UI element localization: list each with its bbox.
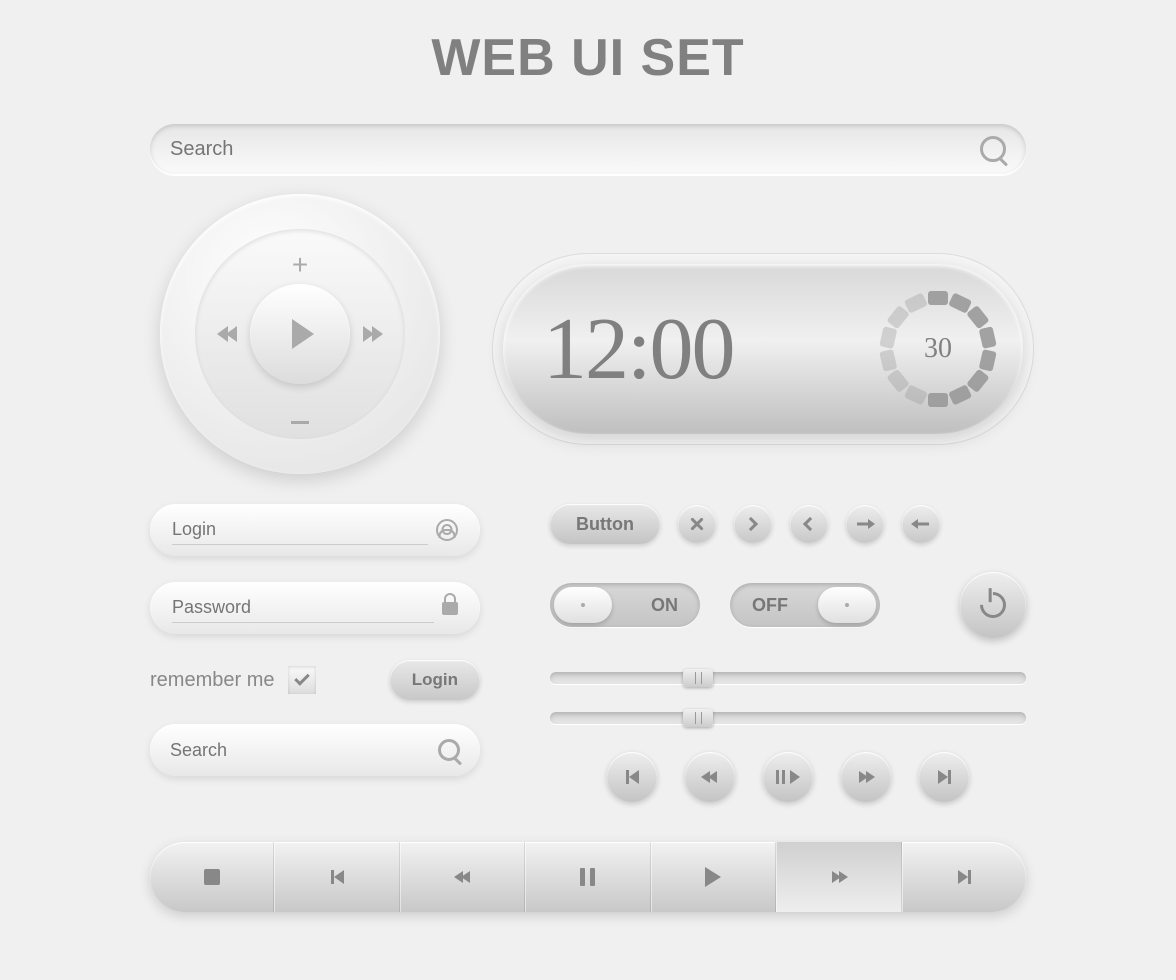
player-rewind[interactable] <box>400 842 525 912</box>
minus-icon[interactable] <box>291 421 309 424</box>
toggle-knob <box>818 587 876 623</box>
arrow-left-button[interactable] <box>902 505 940 543</box>
seconds-value: 30 <box>924 333 952 365</box>
toggle-on[interactable]: ON <box>550 583 700 627</box>
password-input[interactable] <box>172 593 434 623</box>
search-icon <box>980 136 1006 162</box>
rewind-icon <box>703 771 717 783</box>
slider-1[interactable] <box>550 672 1026 684</box>
player-pause[interactable] <box>525 842 650 912</box>
play-icon <box>292 319 314 349</box>
click-wheel[interactable]: + <box>160 194 440 474</box>
close-button[interactable] <box>678 505 716 543</box>
login-field-wrap <box>150 504 480 556</box>
button-row: Button <box>550 504 1026 544</box>
search-input-large[interactable] <box>170 138 980 161</box>
check-icon <box>295 670 311 686</box>
slider-thumb[interactable] <box>683 709 713 727</box>
toggle-off[interactable]: OFF <box>730 583 880 627</box>
skip-back-button[interactable] <box>607 752 657 802</box>
rewind-button[interactable] <box>685 752 735 802</box>
arrow-right-button[interactable] <box>846 505 884 543</box>
stop-icon <box>204 869 220 885</box>
player-stop[interactable] <box>150 842 274 912</box>
media-controls <box>550 752 1026 802</box>
search-bar-large[interactable] <box>150 124 1026 174</box>
search-icon <box>438 739 460 761</box>
next-button[interactable] <box>734 505 772 543</box>
user-icon <box>436 519 458 541</box>
remember-checkbox[interactable] <box>288 666 316 694</box>
remember-label: remember me <box>150 669 274 692</box>
skip-forward-button[interactable] <box>919 752 969 802</box>
play-pause-button[interactable] <box>763 752 813 802</box>
fast-forward-icon <box>832 871 846 883</box>
fast-forward-icon <box>859 771 873 783</box>
login-button[interactable]: Login <box>390 660 480 700</box>
slider-thumb[interactable] <box>683 669 713 687</box>
fast-forward-button[interactable] <box>841 752 891 802</box>
close-icon <box>689 516 705 532</box>
login-input[interactable] <box>172 515 428 545</box>
lock-icon <box>442 602 458 615</box>
clock-time: 12:00 <box>543 299 733 400</box>
play-pause-icon <box>776 770 800 784</box>
forward-icon[interactable] <box>365 326 383 342</box>
skip-forward-icon <box>958 870 971 884</box>
page-title: WEB UI SET <box>0 0 1176 88</box>
toggle-on-label: ON <box>651 595 678 616</box>
slider-2[interactable] <box>550 712 1026 724</box>
player-skip-back[interactable] <box>274 842 399 912</box>
player-skip-forward[interactable] <box>902 842 1026 912</box>
chevron-left-icon <box>803 517 817 531</box>
skip-back-icon <box>626 770 639 784</box>
skip-back-icon <box>331 870 344 884</box>
player-fast-forward[interactable] <box>776 842 901 912</box>
seconds-dial: 30 <box>883 294 993 404</box>
password-field-wrap <box>150 582 480 634</box>
toggle-knob <box>554 587 612 623</box>
player-bar <box>150 842 1026 912</box>
power-button[interactable] <box>960 572 1026 638</box>
search-bar-small[interactable] <box>150 724 480 776</box>
play-icon <box>705 867 721 887</box>
search-input-small[interactable] <box>170 740 438 761</box>
pause-icon <box>580 868 595 886</box>
clock-display: 12:00 30 <box>503 264 1023 434</box>
play-button[interactable] <box>250 284 350 384</box>
rewind-icon <box>456 871 470 883</box>
prev-button[interactable] <box>790 505 828 543</box>
skip-forward-icon <box>938 770 951 784</box>
toggle-row: ON OFF <box>550 572 1026 638</box>
remember-row: remember me Login <box>150 660 480 700</box>
player-play[interactable] <box>651 842 776 912</box>
generic-button[interactable]: Button <box>550 504 660 544</box>
plus-icon[interactable]: + <box>292 249 308 281</box>
rewind-icon[interactable] <box>217 326 235 342</box>
chevron-right-icon <box>744 517 758 531</box>
toggle-off-label: OFF <box>752 595 788 616</box>
power-icon <box>975 587 1012 624</box>
